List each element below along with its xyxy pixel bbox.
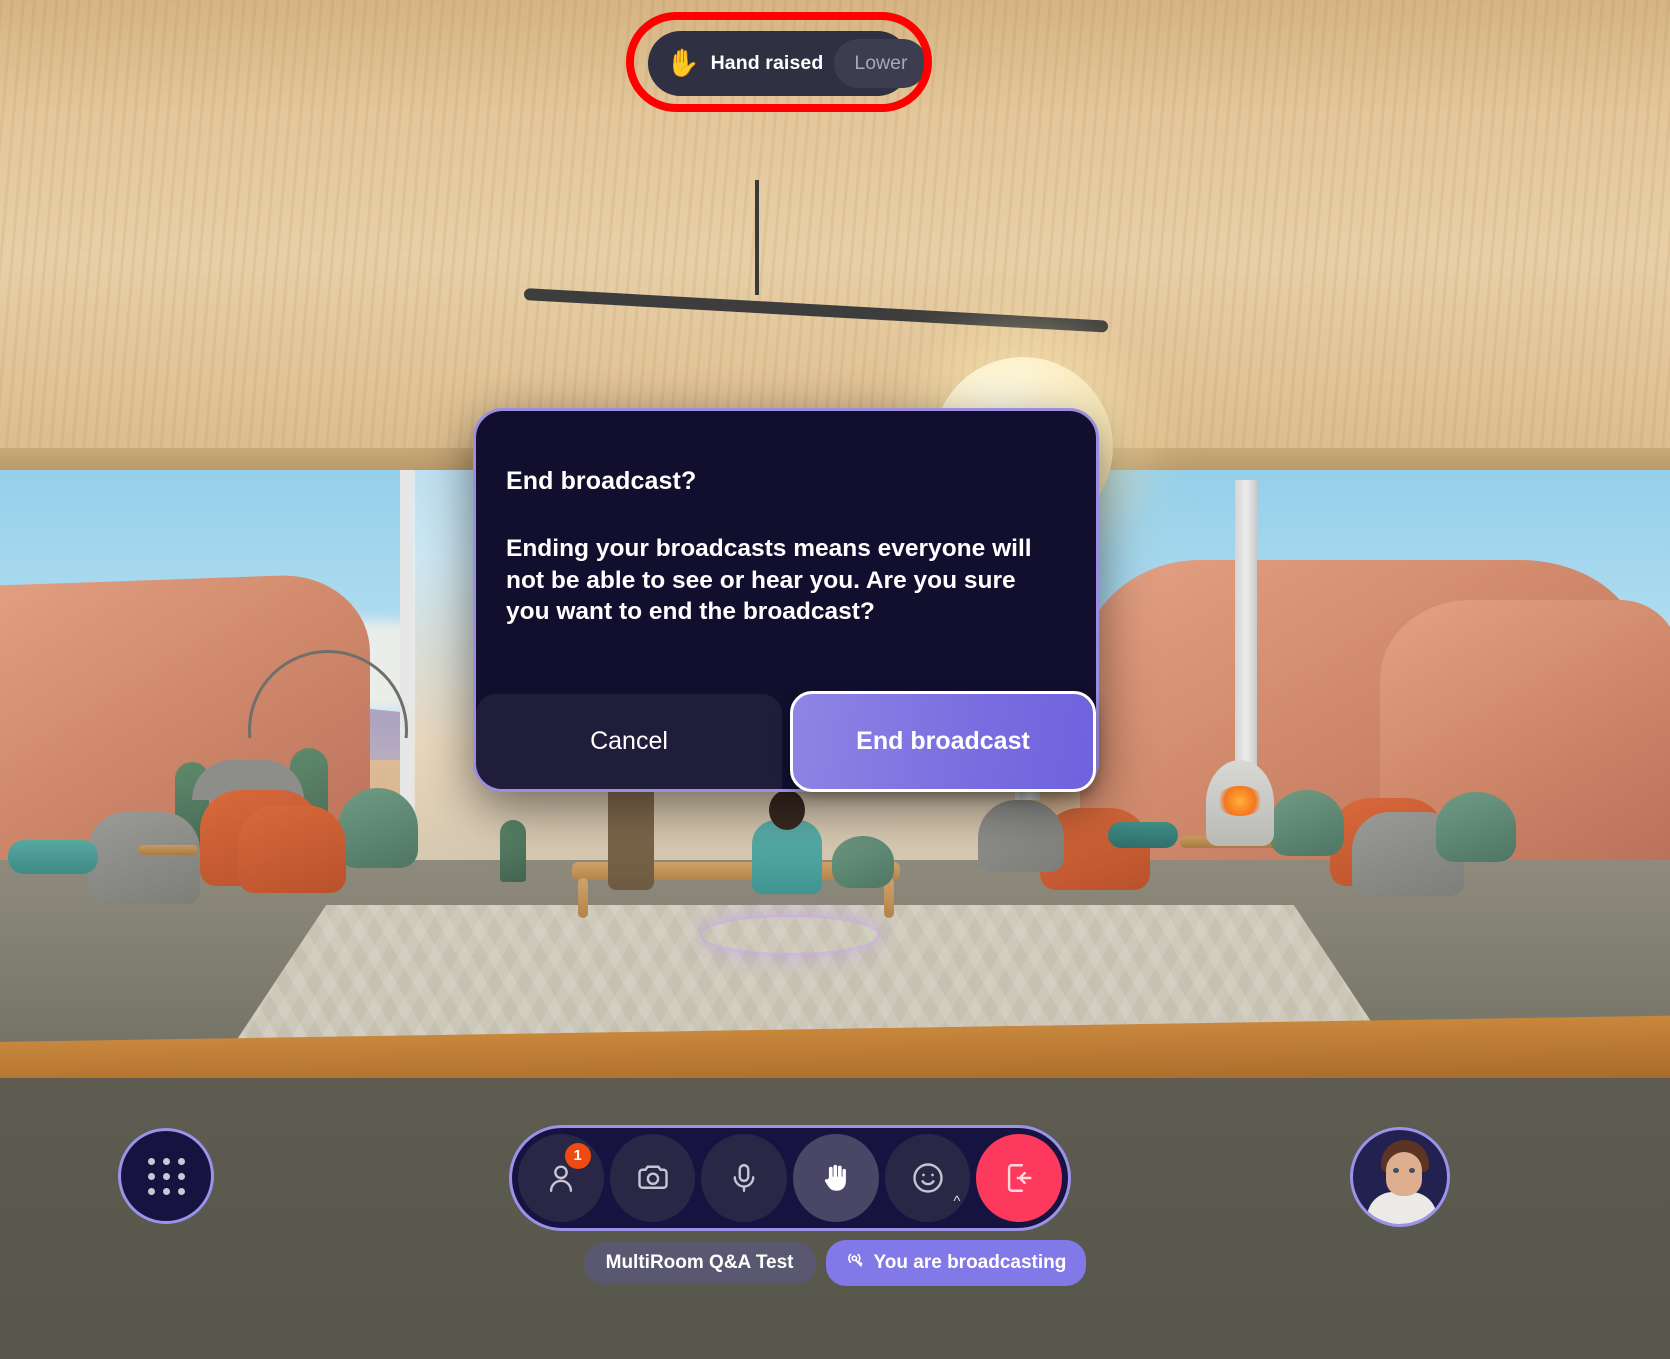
smiley-icon — [910, 1160, 946, 1196]
broadcast-status-chip: You are broadcasting — [825, 1240, 1087, 1286]
seated-avatar-body — [752, 820, 822, 894]
avatar-face — [1386, 1152, 1422, 1196]
raise-hand-button[interactable] — [793, 1134, 879, 1222]
cancel-button[interactable]: Cancel — [476, 694, 782, 789]
chevron-up-icon: ^ — [953, 1193, 961, 1210]
end-broadcast-button[interactable]: End broadcast — [790, 691, 1096, 792]
fire-glow — [1216, 786, 1264, 816]
participants-button[interactable]: 1 — [518, 1134, 604, 1222]
armchair — [88, 812, 200, 904]
agave-plant — [832, 836, 894, 888]
agave-plant — [1270, 790, 1344, 856]
user-avatar-button[interactable] — [1350, 1127, 1450, 1227]
leave-door-icon — [1002, 1161, 1036, 1195]
avatar-floor-ring — [700, 915, 880, 955]
grid-dots-icon — [147, 1157, 185, 1195]
agave-plant — [1436, 792, 1516, 862]
end-broadcast-dialog: End broadcast? Ending your broadcasts me… — [473, 408, 1099, 792]
ottoman — [1108, 822, 1178, 848]
meeting-toolbar: 1 ^ — [509, 1125, 1071, 1231]
camera-button[interactable] — [609, 1134, 696, 1222]
microphone-button[interactable] — [701, 1134, 788, 1222]
seated-avatar-head — [769, 790, 805, 830]
palm-trunk — [608, 780, 654, 890]
ottoman — [8, 840, 98, 874]
room-name-chip: MultiRoom Q&A Test — [583, 1242, 816, 1284]
raised-hand-icon — [819, 1161, 853, 1195]
leave-button[interactable] — [976, 1134, 1063, 1222]
dialog-message: Ending your broadcasts means everyone wi… — [506, 535, 1032, 626]
apps-menu-button[interactable] — [118, 1128, 214, 1224]
armchair — [978, 800, 1064, 872]
lamp-rod — [755, 180, 759, 295]
hand-raised-label: Hand raised — [710, 52, 824, 74]
broadcast-status-label: You are broadcasting — [873, 1252, 1067, 1273]
avatar-eye — [1409, 1168, 1415, 1173]
participants-badge: 1 — [564, 1143, 591, 1169]
broadcast-icon — [846, 1250, 866, 1276]
agave-plant — [338, 788, 418, 868]
lower-hand-button[interactable]: Lower — [834, 39, 928, 88]
dialog-title: End broadcast? — [506, 467, 697, 495]
armchair — [238, 805, 346, 893]
reactions-button[interactable]: ^ — [884, 1134, 971, 1222]
raised-hand-emoji: ✋ — [666, 48, 700, 78]
microphone-icon — [727, 1161, 761, 1195]
hand-raised-banner: ✋ Hand raised Lower — [648, 31, 928, 96]
camera-icon — [635, 1160, 671, 1196]
dialog-actions: Cancel End broadcast — [476, 691, 1096, 792]
bench-leg — [578, 878, 588, 918]
vr-meeting-screen: ✋ Hand raised Lower End broadcast? Endin… — [0, 0, 1670, 1359]
status-bar: MultiRoom Q&A Test You are broadcasting — [0, 1240, 1670, 1286]
avatar-eye — [1393, 1168, 1399, 1173]
side-table — [138, 845, 198, 855]
avatar-body — [1367, 1192, 1437, 1224]
cactus — [500, 820, 526, 882]
